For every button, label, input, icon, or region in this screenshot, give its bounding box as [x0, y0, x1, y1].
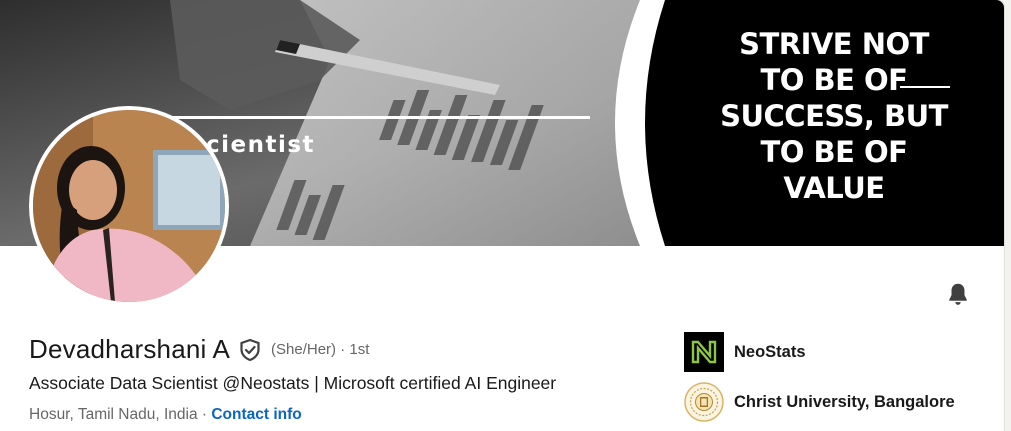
quote-line: STRIVE NOT: [739, 27, 929, 61]
location-row: Hosur, Tamil Nadu, India · Contact info: [29, 406, 302, 424]
profile-photo-image: [33, 110, 225, 302]
current-company-link[interactable]: NeoStats: [684, 332, 806, 372]
quote-line: SUCCESS, BUT: [720, 99, 948, 133]
cover-quote: STRIVE NOT TO BE OF SUCCESS, BUT TO BE O…: [700, 26, 968, 206]
christ-university-seal-icon: [684, 382, 724, 422]
bell-icon: [949, 283, 967, 305]
cover-partial-text: cientist: [206, 132, 316, 158]
pronouns: (She/Her): [271, 341, 337, 358]
profile-headline: Associate Data Scientist @Neostats | Mic…: [29, 373, 557, 393]
quote-line: TO BE OF: [760, 135, 908, 169]
contact-info-link[interactable]: Contact info: [211, 406, 301, 423]
notifications-bell-button[interactable]: [940, 276, 976, 312]
quote-line: TO BE OF: [760, 63, 908, 97]
profile-card: cientist STRIVE NOT TO BE OF SUCCESS, BU…: [0, 0, 1004, 431]
education-link[interactable]: Christ University, Bangalore: [684, 382, 955, 422]
shield-check-icon: [240, 338, 260, 361]
name-row: Devadharshani A (She/Her) · 1st: [29, 334, 369, 365]
connection-degree-label: · 1st: [340, 341, 370, 358]
profile-name: Devadharshani A: [29, 334, 231, 364]
company-name: NeoStats: [734, 342, 806, 361]
school-name: Christ University, Bangalore: [734, 392, 955, 411]
profile-photo[interactable]: [29, 106, 229, 306]
quote-line: VALUE: [783, 171, 885, 205]
profile-location: Hosur, Tamil Nadu, India: [29, 406, 198, 423]
location-separator: ·: [197, 406, 212, 423]
connection-degree: · 1st: [336, 341, 369, 358]
verified-icon[interactable]: [238, 338, 262, 362]
neostats-logo-icon: [684, 332, 724, 372]
